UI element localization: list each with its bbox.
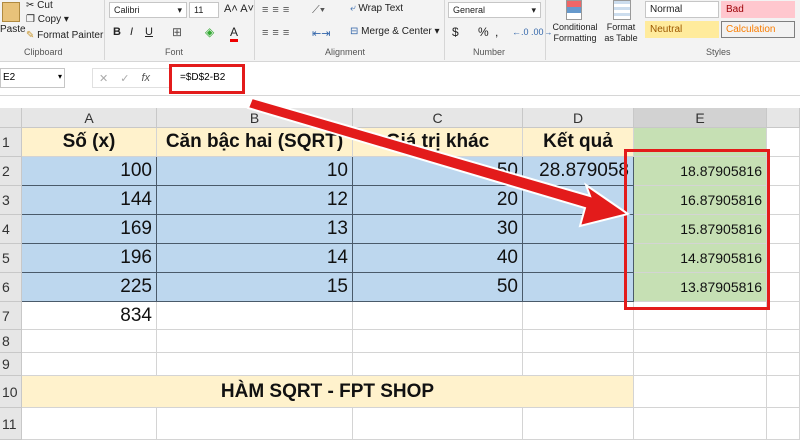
arrow-icon [246,96,631,228]
arrow-shape [246,96,631,228]
